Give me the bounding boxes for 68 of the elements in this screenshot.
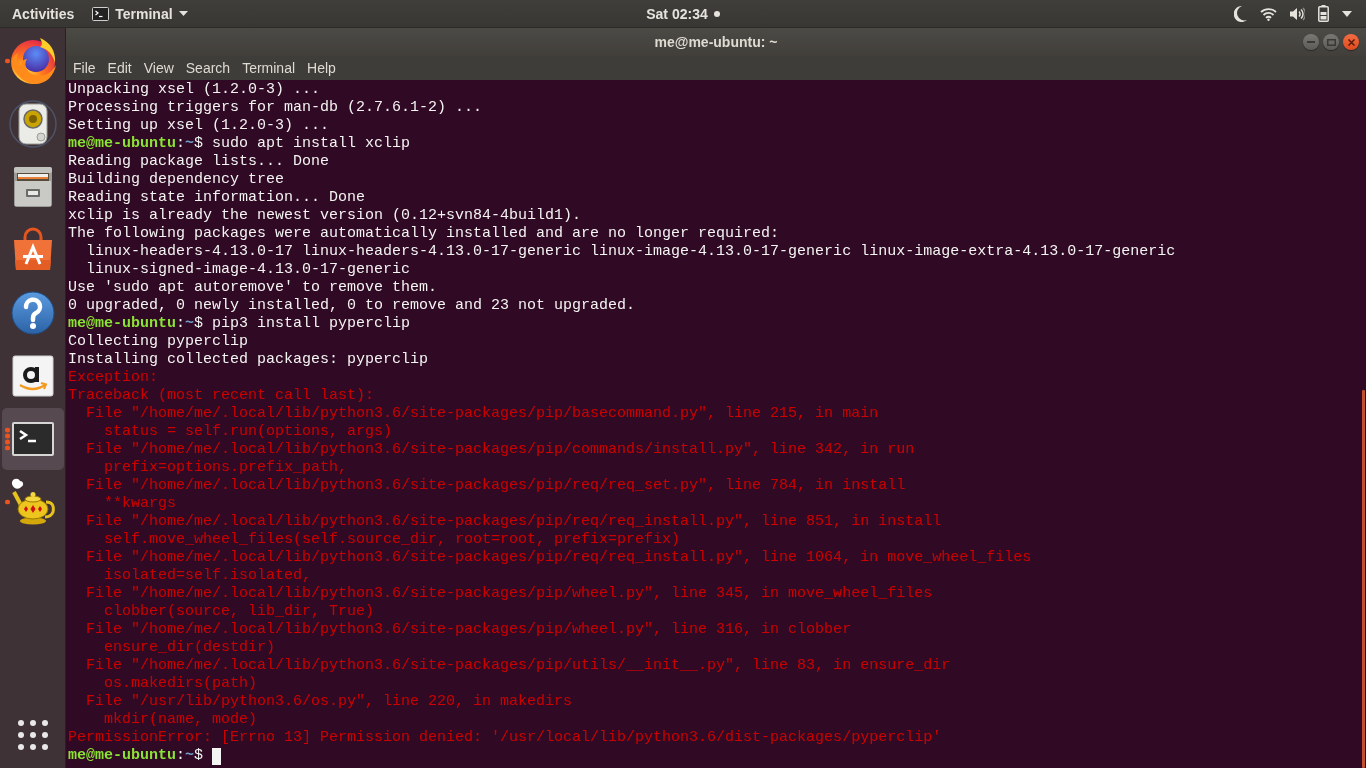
output-line: Use 'sudo apt autoremove' to remove them. bbox=[68, 279, 438, 297]
help-icon[interactable] bbox=[9, 289, 57, 337]
error-line: File "/home/me/.local/lib/python3.6/site-packages/pip/req/req_install.py", line 851, in install bbox=[85, 513, 942, 531]
error-line: **kwargs bbox=[103, 495, 177, 513]
output-line: The following packages were automatically installed and are no longer required: bbox=[68, 225, 780, 243]
output-line: Processing triggers for man-db (2.7.6.1-2) ... bbox=[68, 99, 483, 117]
error-line: prefix=options.prefix_path, bbox=[103, 459, 348, 477]
error-line: File "/usr/lib/python3.6/os.py", line 220, in makedirs bbox=[85, 693, 573, 711]
close-button[interactable] bbox=[1343, 34, 1359, 50]
moon-icon bbox=[1234, 5, 1247, 22]
output-line: Setting up xsel (1.2.0-3) ... bbox=[68, 117, 330, 135]
error-line: File "/home/me/.local/lib/python3.6/site-packages/pip/req/req_set.py", line 784, in install bbox=[85, 477, 906, 495]
error-line: File "/home/me/.local/lib/python3.6/site-packages/pip/req/req_install.py", line 1064, in move_wheel_files bbox=[85, 549, 1032, 567]
battery-icon bbox=[1318, 5, 1329, 22]
menu-item[interactable]: File bbox=[67, 57, 102, 79]
caret-icon bbox=[178, 11, 188, 16]
output-line: linux-signed-image-4.13.0-17-generic bbox=[85, 261, 411, 279]
minimize-icon bbox=[1307, 41, 1315, 43]
terminal-icon bbox=[92, 6, 110, 21]
letter-a-tile-icon[interactable] bbox=[9, 352, 57, 400]
error-line: File "/home/me/.local/lib/python3.6/site-packages/pip/wheel.py", line 316, in clobber bbox=[85, 621, 852, 639]
scrollbar-thumb[interactable] bbox=[1362, 390, 1365, 768]
teapot-icon[interactable] bbox=[9, 478, 57, 526]
prompt-line: me@me-ubuntu:~$ bbox=[68, 747, 204, 765]
error-line: Exception: bbox=[68, 369, 158, 387]
window-title: me@me-ubuntu: ~ bbox=[654, 34, 778, 50]
error-line: File "/home/me/.local/lib/python3.6/site-packages/pip/basecommand.py", line 215, in main bbox=[85, 405, 879, 423]
output-line: Reading package lists... Done bbox=[68, 153, 330, 171]
volume-icon bbox=[1290, 6, 1305, 21]
caret-icon bbox=[1342, 10, 1352, 17]
error-line: File "/home/me/.local/lib/python3.6/site-packages/pip/commands/install.py", line 342, in run bbox=[85, 441, 915, 459]
prompt-line: me@me-ubuntu:~$ sudo apt install xclip bbox=[68, 135, 411, 153]
error-line: ensure_dir(destdir) bbox=[103, 639, 276, 657]
speaker-icon[interactable] bbox=[9, 100, 57, 148]
menu-item[interactable]: Search bbox=[179, 57, 237, 79]
error-line: status = self.run(options, args) bbox=[103, 423, 393, 441]
menu-item[interactable]: Help bbox=[301, 57, 342, 79]
wifi-icon bbox=[1260, 6, 1277, 21]
clock-button[interactable]: Sat 02:34 bbox=[646, 1, 720, 26]
output-line: linux-headers-4.13.0-17 linux-headers-4.13.0-17-generic linux-image-4.13.0-17-generic linux-image-extra-4.13.0-17-generic bbox=[85, 243, 1176, 261]
prompt-line: me@me-ubuntu:~$ pip3 install pyperclip bbox=[68, 315, 411, 333]
output-line: Installing collected packages: pyperclip bbox=[68, 351, 429, 369]
output-line: Collecting pyperclip bbox=[68, 333, 249, 351]
app-grid-icon[interactable] bbox=[18, 720, 48, 750]
menu-item[interactable]: Terminal bbox=[236, 57, 302, 79]
maximize-button[interactable] bbox=[1323, 34, 1339, 50]
error-line: mkdir(name, mode) bbox=[103, 711, 258, 729]
error-line: self.move_wheel_files(self.source_dir, root=root, prefix=prefix) bbox=[103, 531, 681, 549]
activities-button[interactable]: Activities bbox=[12, 1, 75, 26]
output-line: xclip is already the newest version (0.12+svn84-4build1). bbox=[68, 207, 582, 225]
output-line: Building dependency tree bbox=[68, 171, 285, 189]
menu-item[interactable]: View bbox=[137, 57, 180, 79]
browser-globe-icon[interactable] bbox=[9, 37, 57, 85]
output-line: Reading state information... Done bbox=[68, 189, 366, 207]
app-menu[interactable]: Terminal bbox=[92, 1, 188, 26]
minimize-button[interactable] bbox=[1303, 34, 1319, 50]
maximize-icon bbox=[1326, 38, 1336, 46]
error-line: Traceback (most recent call last): bbox=[68, 387, 375, 405]
error-line: File "/home/me/.local/lib/python3.6/site-packages/pip/wheel.py", line 345, in move_wheel_files bbox=[85, 585, 933, 603]
output-line: 0 upgraded, 0 newly installed, 0 to remove and 23 not upgraded. bbox=[68, 297, 636, 315]
error-line: clobber(source, lib_dir, True) bbox=[103, 603, 375, 621]
error-line: File "/home/me/.local/lib/python3.6/site-packages/pip/utils/__init__.py", line 83, in ensure_dir bbox=[85, 657, 951, 675]
output-line: Unpacking xsel (1.2.0-3) ... bbox=[68, 81, 321, 99]
error-line: isolated=self.isolated, bbox=[103, 567, 312, 585]
error-line: PermissionError: [Errno 13] Permission denied: '/usr/local/lib/python3.6/dist-packages/pyperclip' bbox=[68, 729, 942, 747]
error-line: os.makedirs(path) bbox=[103, 675, 258, 693]
close-icon bbox=[1347, 38, 1355, 46]
menu-item[interactable]: Edit bbox=[101, 57, 138, 79]
